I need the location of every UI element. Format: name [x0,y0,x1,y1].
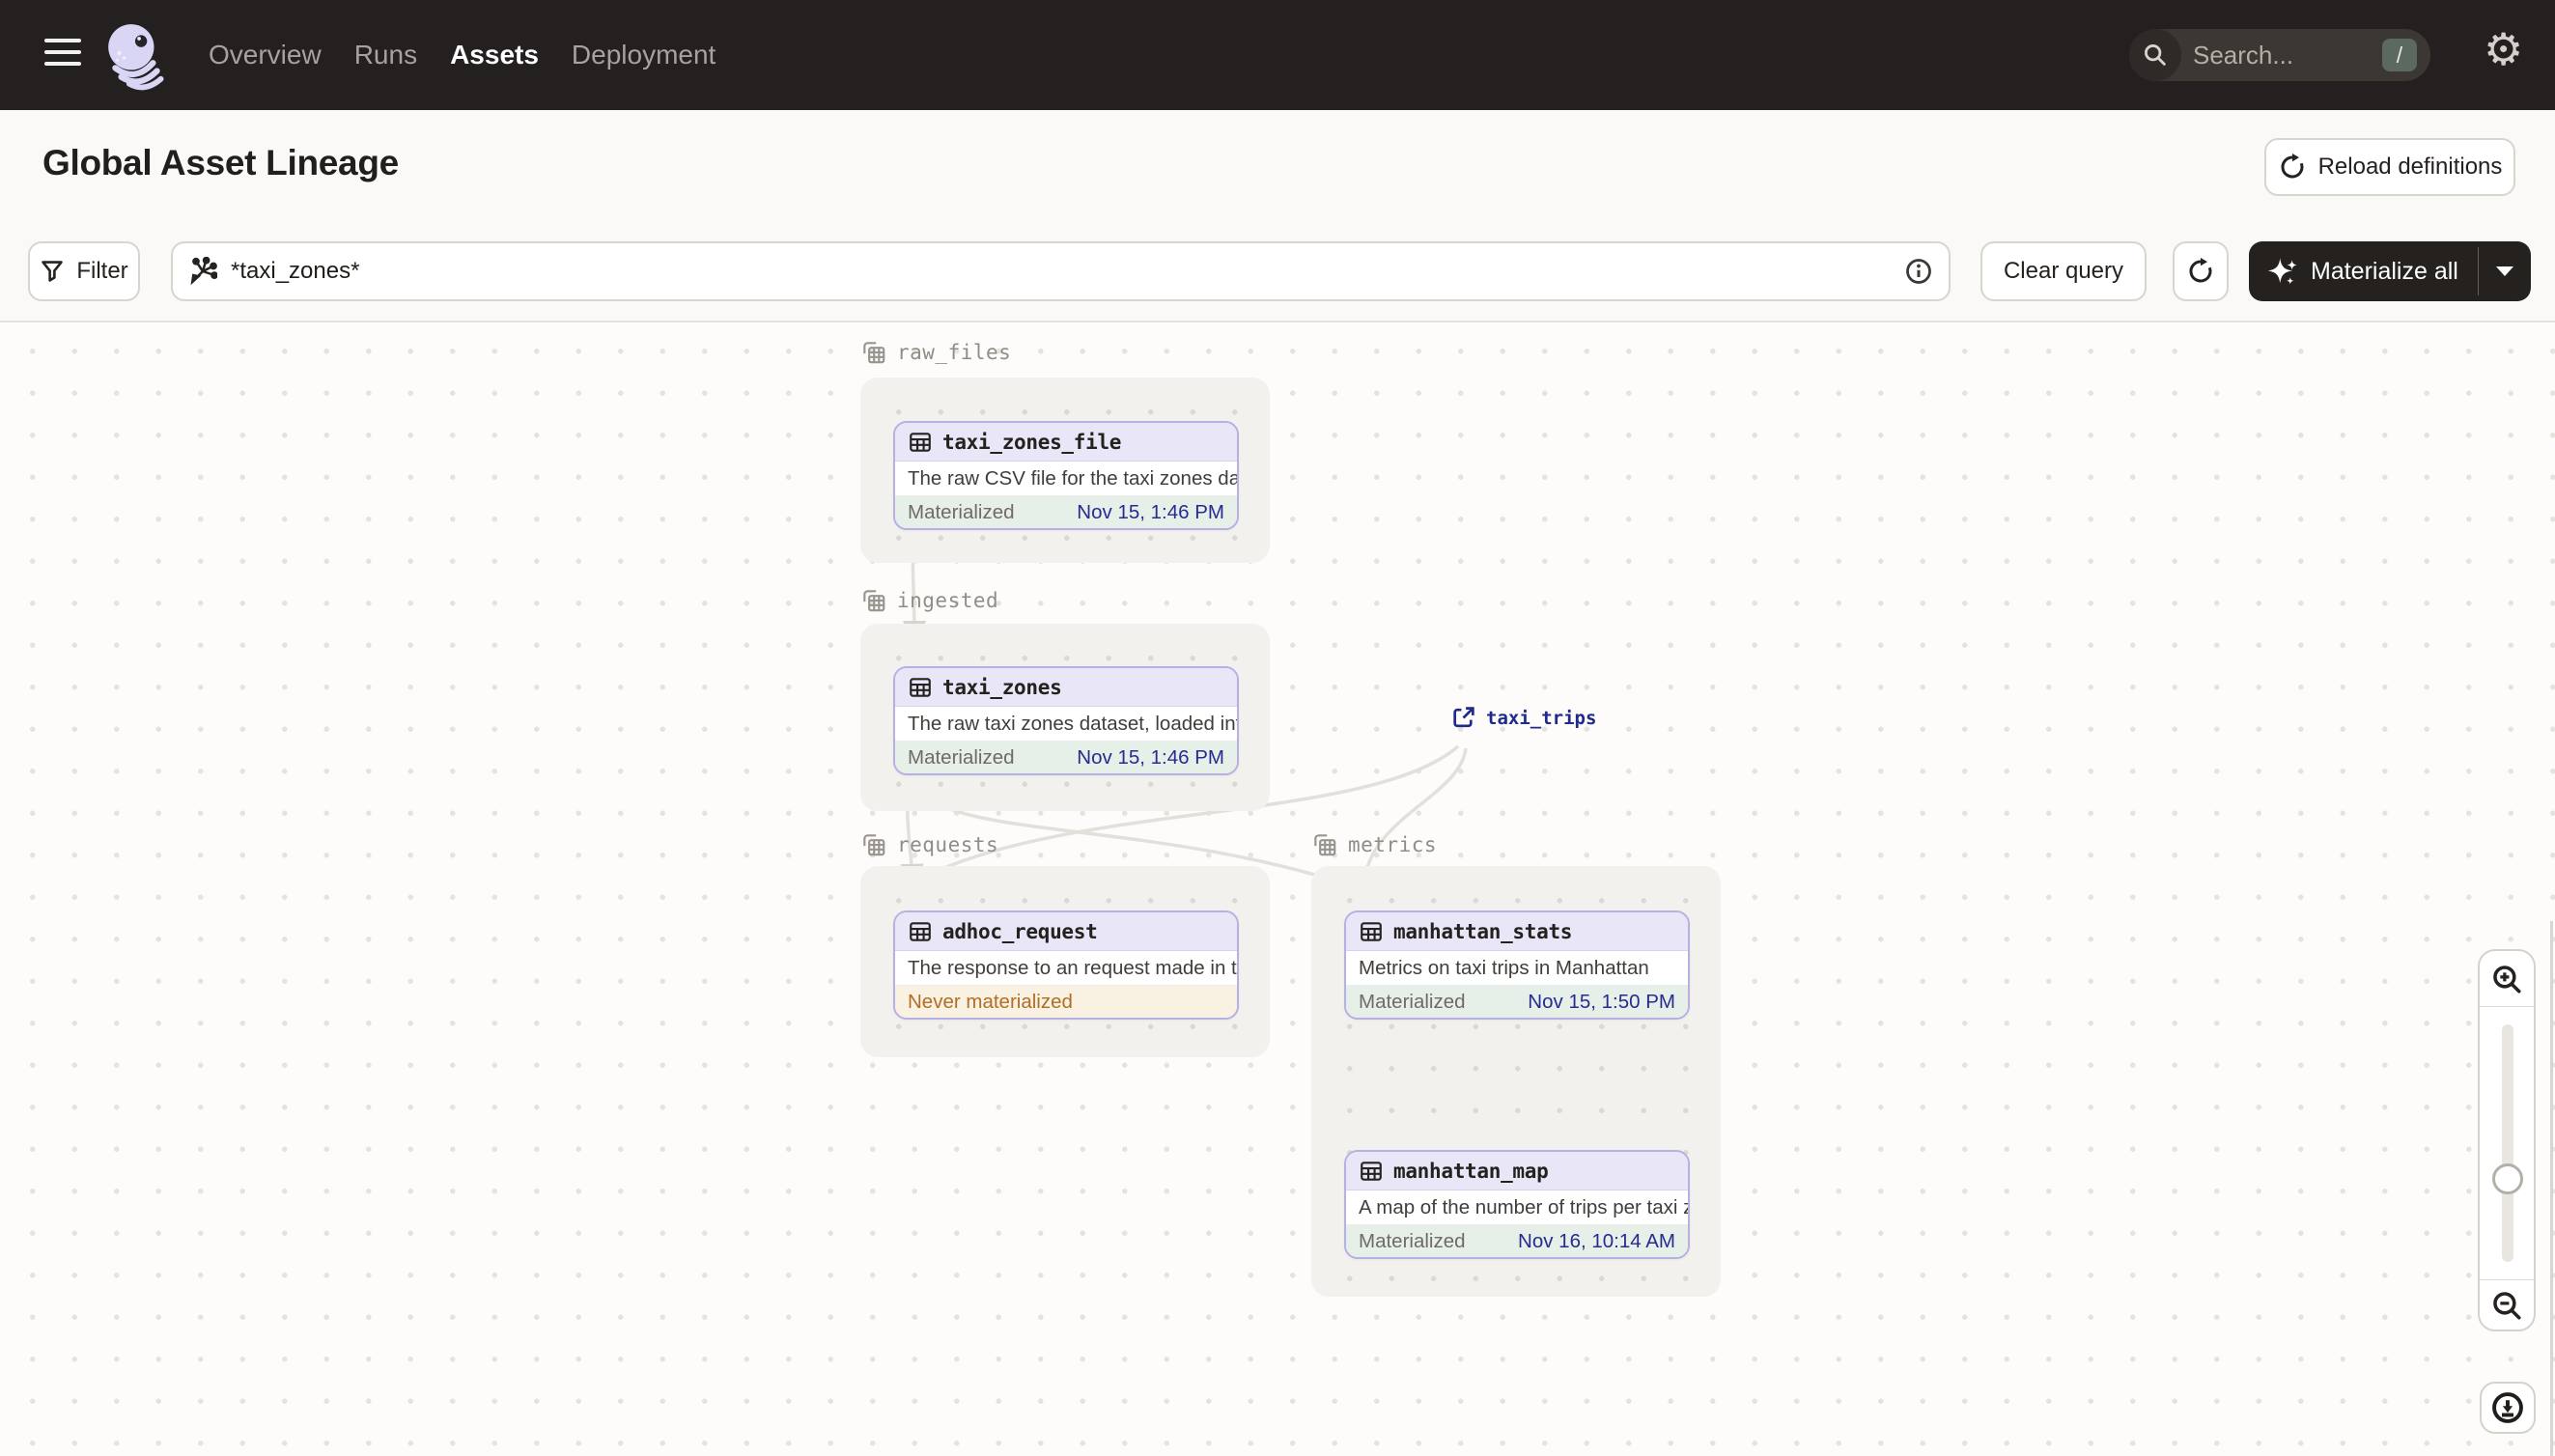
zoom-slider[interactable] [2480,1007,2534,1279]
nav-assets[interactable]: Assets [450,40,539,70]
table-icon [910,677,931,697]
main-nav: Overview Runs Assets Deployment [209,0,716,110]
zoom-slider-track[interactable] [2502,1024,2513,1262]
download-graph-button[interactable] [2480,1382,2536,1434]
asset-description: The raw CSV file for the taxi zones dat.… [895,462,1237,496]
magnifier-plus-icon [2493,965,2521,994]
materialize-all-label: Materialize all [2311,257,2458,285]
asset-node-taxi-zones[interactable]: taxi_zones The raw taxi zones dataset, l… [893,666,1239,775]
group-name: metrics [1348,833,1438,856]
status-label: Never materialized [908,990,1073,1013]
table-icon [910,432,931,452]
asset-description: The raw taxi zones dataset, loaded int..… [895,707,1237,742]
status-label: Materialized [1359,990,1466,1013]
asset-selection-input-container[interactable] [171,241,1951,301]
search-input[interactable] [2193,40,2357,70]
chevron-down-icon [2496,266,2513,276]
asset-node-manhattan-map[interactable]: manhattan_map A map of the number of tri… [1344,1150,1690,1259]
filter-button[interactable]: Filter [28,241,140,301]
status-label: Materialized [1359,1229,1466,1252]
asset-description: The response to an request made in th... [895,951,1237,986]
sparkle-icon [2268,258,2297,285]
asset-name: manhattan_map [1393,1159,1549,1183]
asset-node-taxi-zones-file[interactable]: taxi_zones_file The raw CSV file for the… [893,421,1239,530]
asset-status-bar: Materialized Nov 15, 1:50 PM [1346,986,1688,1018]
nav-runs[interactable]: Runs [354,40,417,70]
asset-group-icon [863,590,885,612]
asset-description: A map of the number of trips per taxi z.… [1346,1190,1688,1225]
asset-name: taxi_zones_file [942,430,1122,454]
search-shortcut-badge: / [2382,39,2417,71]
table-icon [1361,921,1382,941]
external-asset-name: taxi_trips [1486,707,1597,729]
asset-selection-input[interactable] [231,258,1904,285]
zoom-in-button[interactable] [2480,951,2534,1007]
funnel-icon [42,261,64,282]
dagster-logo[interactable] [102,19,172,91]
refresh-graph-button[interactable] [2173,241,2229,301]
info-icon[interactable] [1904,257,1933,286]
asset-group-icon [1314,834,1336,856]
group-label-requests[interactable]: requests [860,831,998,858]
gear-icon[interactable]: ⚙ [2484,23,2523,75]
page-title: Global Asset Lineage [42,143,399,182]
menu-icon[interactable] [44,39,83,71]
app-header: Overview Runs Assets Deployment / ⚙ [0,0,2555,110]
zoom-controls [2478,949,2536,1331]
refresh-icon [2281,154,2303,179]
zoom-slider-handle[interactable] [2492,1163,2523,1194]
external-asset-taxi-trips[interactable]: taxi_trips [1450,705,1596,731]
asset-name: adhoc_request [942,919,1098,943]
nav-deployment[interactable]: Deployment [572,40,716,70]
external-link-icon [1453,707,1474,728]
asset-name: manhattan_stats [1393,919,1573,943]
clear-query-button[interactable]: Clear query [1980,241,2147,301]
asset-status-bar: Materialized Nov 15, 1:46 PM [895,496,1237,528]
lineage-graph-canvas[interactable]: raw_files taxi_zones_file The raw CSV fi… [0,322,2555,1456]
download-icon [2492,1392,2523,1423]
clear-query-label: Clear query [2003,258,2124,284]
group-name: raw_files [897,341,1012,364]
asset-status-bar: Materialized Nov 15, 1:46 PM [895,742,1237,773]
group-label-ingested[interactable]: ingested [860,587,998,614]
zoom-out-button[interactable] [2480,1279,2534,1330]
materialization-timestamp[interactable]: Nov 15, 1:50 PM [1528,991,1675,1014]
status-label: Materialized [908,500,1015,523]
global-search[interactable]: / [2129,29,2430,81]
table-icon [910,921,931,941]
reload-definitions-button[interactable]: Reload definitions [2264,138,2515,196]
asset-name: taxi_zones [942,675,1062,699]
asset-selector-icon [190,257,217,286]
materialization-timestamp[interactable]: Nov 15, 1:46 PM [1077,746,1224,770]
refresh-icon [2189,258,2212,283]
magnifier-minus-icon [2493,1291,2521,1320]
reload-definitions-label: Reload definitions [2317,154,2503,180]
materialization-timestamp[interactable]: Nov 16, 10:14 AM [1518,1230,1675,1253]
asset-group-icon [863,834,885,856]
group-label-raw-files[interactable]: raw_files [860,339,1011,366]
filter-label: Filter [76,258,128,284]
scrollbar-track[interactable] [2550,921,2553,1456]
asset-node-manhattan-stats[interactable]: manhattan_stats Metrics on taxi trips in… [1344,910,1690,1020]
asset-status-bar: Materialized Nov 16, 10:14 AM [1346,1225,1688,1257]
lineage-edges [900,533,1468,1128]
table-icon [1361,1161,1382,1181]
group-label-metrics[interactable]: metrics [1311,831,1437,858]
materialization-timestamp[interactable]: Nov 15, 1:46 PM [1077,501,1224,524]
asset-group-icon [863,342,885,364]
asset-status-bar: Never materialized [895,986,1237,1018]
status-label: Materialized [908,745,1015,769]
materialize-options-button[interactable] [2479,241,2531,301]
nav-overview[interactable]: Overview [209,40,322,70]
materialize-all-split-button: Materialize all [2249,241,2531,301]
group-name: requests [897,833,999,856]
group-name: ingested [897,589,999,612]
asset-node-adhoc-request[interactable]: adhoc_request The response to an request… [893,910,1239,1020]
search-icon [2129,29,2181,81]
asset-description: Metrics on taxi trips in Manhattan [1346,951,1688,986]
materialize-all-button[interactable]: Materialize all [2249,241,2478,301]
